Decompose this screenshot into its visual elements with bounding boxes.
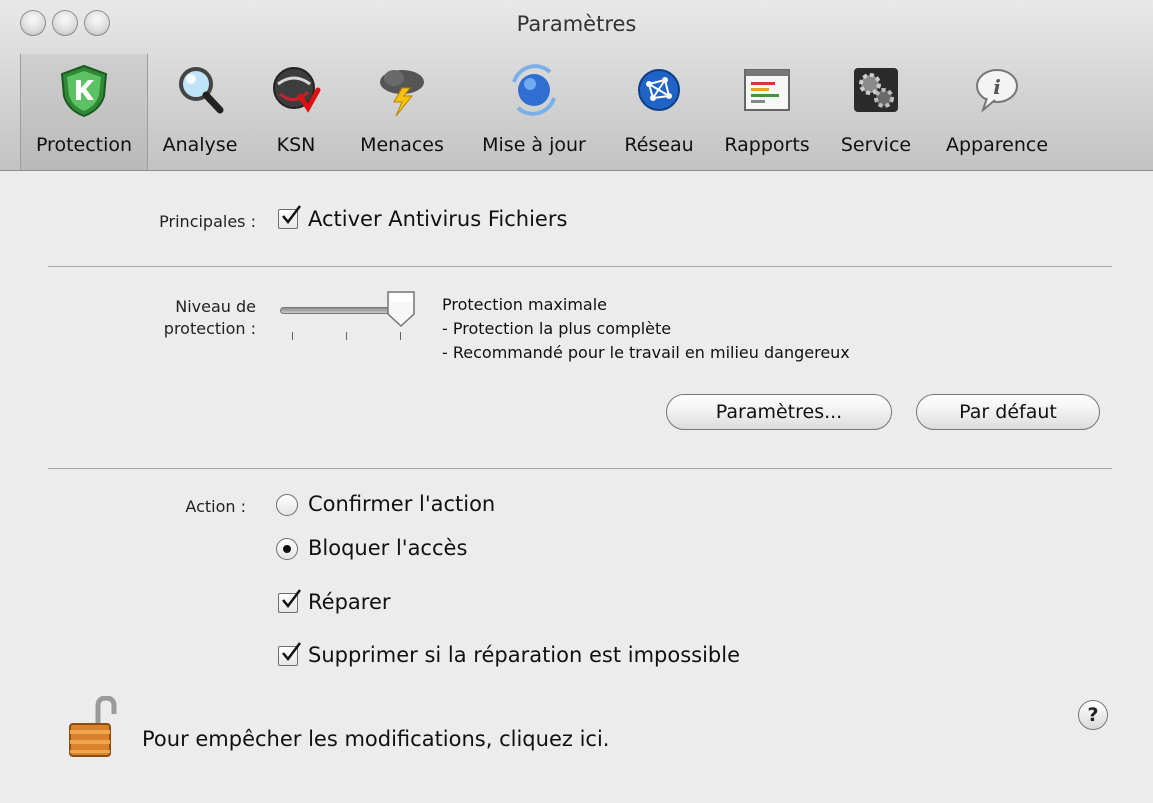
window-title: Paramètres [516, 12, 637, 36]
settings-button[interactable]: Paramètres... [666, 394, 892, 430]
tab-protection[interactable]: Protection [20, 54, 148, 170]
tab-apparence-label: Apparence [945, 134, 1049, 156]
unlocked-padlock-icon[interactable] [64, 696, 130, 760]
tab-reseau-label: Réseau [624, 134, 694, 156]
network-icon [638, 69, 680, 111]
report-icon [744, 69, 790, 111]
block-access-radio[interactable] [276, 538, 298, 560]
repair-label[interactable]: Réparer [308, 590, 391, 614]
toolbar: Protection Analyse KSN Menaces Mise à jo… [0, 54, 1153, 170]
svg-text:i: i [993, 75, 1001, 99]
protection-level-label-line1: Niveau de [175, 297, 256, 316]
protection-level-label-line2: protection : [163, 319, 256, 338]
confirm-action-label[interactable]: Confirmer l'action [308, 492, 495, 516]
info-bubble-icon: i [976, 69, 1018, 114]
storm-cloud-icon [380, 70, 424, 117]
enable-antivirus-checkbox[interactable] [278, 205, 301, 229]
tab-service[interactable]: Service [826, 54, 926, 170]
tab-analyse-label: Analyse [162, 134, 238, 156]
ksn-globe-icon [273, 67, 321, 113]
tab-rapports[interactable]: Rapports [712, 54, 822, 170]
magnifier-icon [179, 67, 224, 114]
block-access-label[interactable]: Bloquer l'accès [308, 536, 467, 560]
settings-window: Paramètres Protection Analyse KSN Menace… [0, 0, 1153, 803]
help-button[interactable]: ? [1078, 700, 1108, 730]
gears-icon [854, 68, 898, 112]
slider-tick [292, 332, 293, 340]
enable-antivirus-label[interactable]: Activer Antivirus Fichiers [308, 207, 567, 231]
tab-apparence[interactable]: i Apparence [932, 54, 1062, 170]
tab-mise-a-jour-label: Mise à jour [482, 134, 586, 156]
principales-label: Principales : [159, 212, 256, 231]
protection-level-slider[interactable] [280, 307, 400, 314]
slider-tick [400, 332, 401, 340]
tab-protection-label: Protection [35, 134, 133, 156]
slider-knob[interactable] [386, 290, 416, 328]
tab-menaces-label: Menaces [360, 134, 444, 156]
repair-checkbox[interactable] [278, 589, 301, 613]
tab-reseau[interactable]: Réseau [614, 54, 704, 170]
tab-rapports-label: Rapports [724, 134, 810, 156]
action-label: Action : [185, 497, 246, 516]
title-bar: Paramètres Protection Analyse KSN Menace… [0, 0, 1153, 171]
tab-analyse[interactable]: Analyse [150, 54, 250, 170]
tab-service-label: Service [840, 134, 912, 156]
level-desc-line: - Protection la plus complète [442, 319, 672, 338]
confirm-action-radio[interactable] [276, 494, 298, 516]
radio-selected-dot [283, 545, 291, 553]
shield-k-icon [60, 64, 108, 118]
level-desc-title: Protection maximale [442, 295, 608, 314]
delete-if-impossible-label[interactable]: Supprimer si la réparation est impossibl… [308, 643, 740, 667]
lock-message[interactable]: Pour empêcher les modifications, cliquez… [142, 727, 609, 751]
tab-ksn-label: KSN [276, 134, 316, 156]
separator [48, 266, 1112, 267]
separator [48, 468, 1112, 469]
delete-if-impossible-checkbox[interactable] [278, 642, 301, 666]
update-globe-icon [512, 64, 556, 116]
slider-tick [346, 332, 347, 340]
protection-level-description: Protection maximale - Protection la plus… [442, 293, 850, 365]
tab-menaces[interactable]: Menaces [346, 54, 458, 170]
level-desc-line: - Recommandé pour le travail en milieu d… [442, 343, 850, 362]
tab-mise-a-jour[interactable]: Mise à jour [466, 54, 602, 170]
default-button[interactable]: Par défaut [916, 394, 1100, 430]
protection-level-label: Niveau de protection : [60, 296, 256, 340]
tab-ksn[interactable]: KSN [264, 54, 328, 170]
